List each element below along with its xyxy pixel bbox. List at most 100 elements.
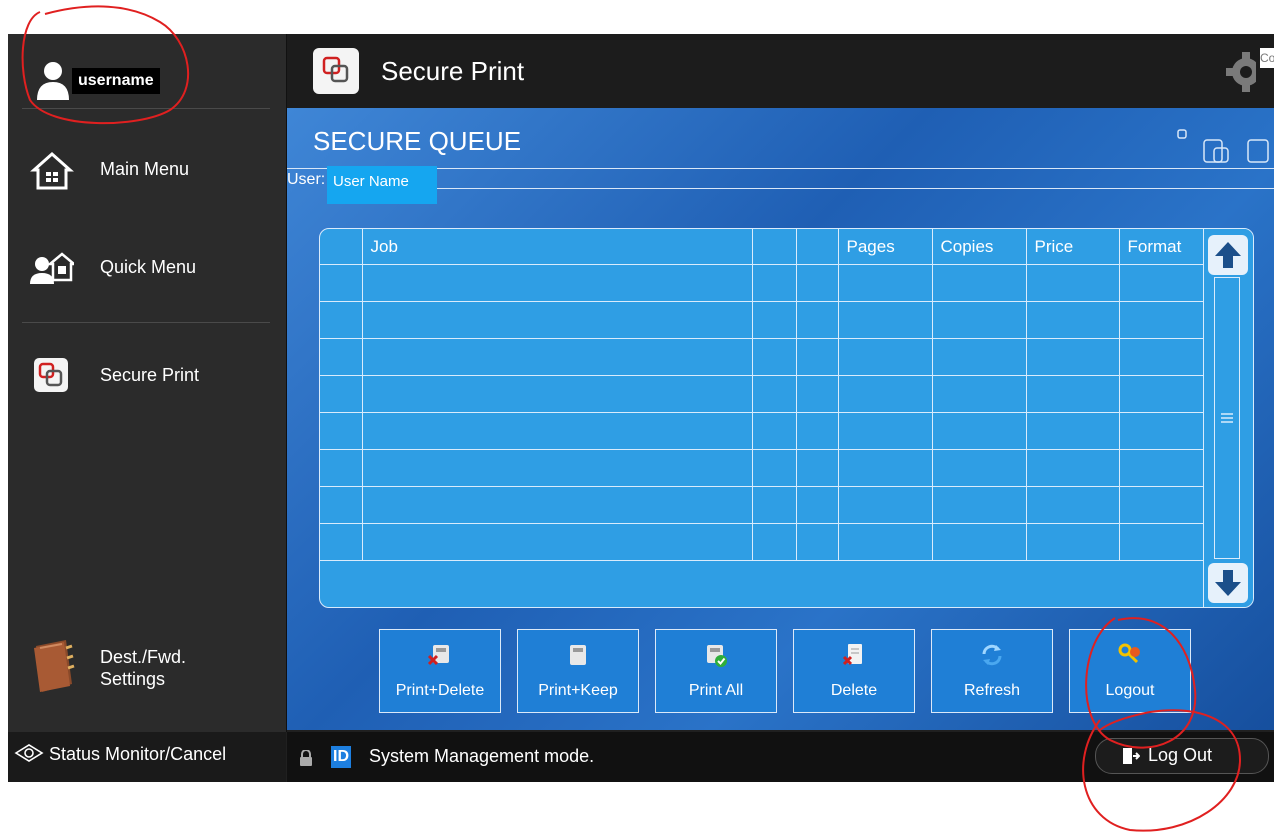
table-cell xyxy=(362,523,753,561)
column-header[interactable] xyxy=(796,229,839,265)
refresh-button[interactable]: Refresh xyxy=(931,629,1053,713)
logout-keys-icon xyxy=(1118,643,1140,664)
table-header-row: Job Pages Copies Price Format xyxy=(320,229,1203,265)
log-out-button[interactable]: Log Out xyxy=(1095,738,1269,774)
table-cell xyxy=(932,486,1027,524)
table-row[interactable] xyxy=(320,412,1203,450)
table-cell xyxy=(796,301,839,339)
table-row[interactable] xyxy=(320,264,1203,302)
scroll-down-arrow-icon[interactable] xyxy=(1208,563,1248,603)
table-cell xyxy=(1119,486,1203,524)
table-cell xyxy=(1026,486,1120,524)
status-monitor-cancel[interactable]: Status Monitor/Cancel xyxy=(14,744,226,765)
table-cell xyxy=(752,264,797,302)
sidebar-item-label: Secure Print xyxy=(100,365,200,385)
sidebar-item-secure-print[interactable]: Secure Print xyxy=(22,344,272,408)
status-bar: ID System Management mode. Log Out xyxy=(287,732,1274,782)
table-cell xyxy=(838,264,933,302)
address-book-icon xyxy=(34,640,75,692)
table-row[interactable] xyxy=(320,449,1203,487)
window-layout-icon xyxy=(1177,129,1269,163)
partial-corner-label: Co xyxy=(1260,48,1274,68)
table-cell xyxy=(362,338,753,376)
table-cell xyxy=(838,375,933,413)
table-cell xyxy=(1119,412,1203,450)
sidebar-item-main-menu[interactable]: Main Menu xyxy=(22,138,272,202)
button-label: Refresh xyxy=(963,682,1021,699)
table-cell xyxy=(320,449,363,487)
table-cell xyxy=(1026,338,1120,376)
table-cell xyxy=(796,412,839,450)
refresh-icon xyxy=(982,644,1002,666)
table-cell xyxy=(1026,301,1120,339)
lock-icon xyxy=(300,750,312,766)
table-cell xyxy=(838,486,933,524)
table-row[interactable] xyxy=(320,338,1203,376)
job-table-container: Job Pages Copies Price Format xyxy=(319,228,1254,608)
table-scrollbar[interactable] xyxy=(1203,229,1253,607)
column-header[interactable] xyxy=(752,229,797,265)
column-header-format[interactable]: Format xyxy=(1119,229,1203,265)
table-row[interactable] xyxy=(320,375,1203,413)
sidebar-item-quick-menu[interactable]: Quick Menu xyxy=(22,236,272,300)
table-cell xyxy=(1026,412,1120,450)
table-cell xyxy=(320,523,363,561)
device-screen: username Main Menu Quick Menu Secure Pri… xyxy=(8,34,1274,782)
scroll-track[interactable] xyxy=(1214,277,1240,559)
delete-icon xyxy=(842,644,862,666)
print-keep-button[interactable]: Print+Keep xyxy=(517,629,639,713)
sidebar-item-label: Dest./Fwd. Settings xyxy=(100,646,186,690)
column-header-copies[interactable]: Copies xyxy=(932,229,1027,265)
column-header-job[interactable]: Job xyxy=(362,229,753,265)
table-cell xyxy=(796,338,839,376)
secure-print-icon xyxy=(34,358,68,392)
column-header-price[interactable]: Price xyxy=(1026,229,1120,265)
print-delete-icon xyxy=(427,645,449,666)
system-mode-text: System Management mode. xyxy=(369,746,595,766)
print-keep-icon xyxy=(570,645,586,665)
button-label: Print+Keep xyxy=(538,682,618,699)
table-cell xyxy=(362,449,753,487)
table-cell xyxy=(838,338,933,376)
table-cell xyxy=(838,301,933,339)
logout-button[interactable]: Logout xyxy=(1069,629,1191,713)
user-name-field: User Name xyxy=(327,166,437,204)
table-cell xyxy=(1026,449,1120,487)
gear-icon[interactable] xyxy=(1222,48,1256,96)
table-cell xyxy=(1119,449,1203,487)
sidebar: username Main Menu Quick Menu Secure Pri… xyxy=(8,34,287,732)
sidebar-item-dest-fwd-settings[interactable]: Dest./Fwd. Settings xyxy=(22,638,272,702)
table-row[interactable] xyxy=(320,523,1203,561)
secure-print-icon xyxy=(313,48,359,94)
top-header: Secure Print Co xyxy=(287,34,1274,108)
table-cell xyxy=(320,486,363,524)
table-cell xyxy=(752,375,797,413)
table-cell xyxy=(362,375,753,413)
label-line-2: Settings xyxy=(100,669,166,689)
column-header-pages[interactable]: Pages xyxy=(838,229,933,265)
scroll-up-arrow-icon[interactable] xyxy=(1208,235,1248,275)
scroll-thumb-icon[interactable] xyxy=(1215,278,1239,558)
table-row[interactable] xyxy=(320,301,1203,339)
sidebar-item-label: Main Menu xyxy=(100,159,190,179)
table-row[interactable] xyxy=(320,486,1203,524)
status-monitor-bar[interactable]: Status Monitor/Cancel xyxy=(8,732,286,782)
delete-button[interactable]: Delete xyxy=(793,629,915,713)
column-header[interactable] xyxy=(320,229,363,265)
table-cell xyxy=(362,486,753,524)
table-cell xyxy=(752,523,797,561)
id-badge: ID xyxy=(331,746,351,768)
page-title: Secure Print xyxy=(381,56,525,86)
label-line-1: Dest./Fwd. xyxy=(100,647,187,667)
button-label: Print+Delete xyxy=(395,682,485,699)
user-icon xyxy=(37,62,69,100)
eye-icon xyxy=(14,744,44,762)
table-cell xyxy=(320,301,363,339)
table-cell xyxy=(1119,375,1203,413)
button-label: Print All xyxy=(688,682,744,699)
log-out-label: Log Out xyxy=(1148,745,1213,765)
print-all-button[interactable]: Print All xyxy=(655,629,777,713)
table-cell xyxy=(838,523,933,561)
table-cell xyxy=(932,338,1027,376)
print-delete-button[interactable]: Print+Delete xyxy=(379,629,501,713)
